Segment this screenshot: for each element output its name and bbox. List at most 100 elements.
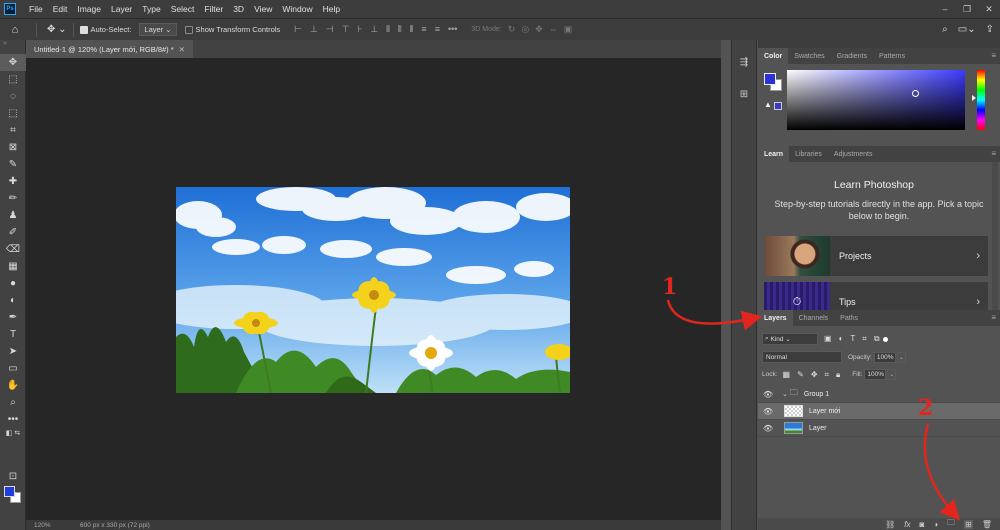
menu-image[interactable]: Image — [72, 4, 106, 14]
blend-mode-select[interactable]: Normal — [762, 351, 842, 363]
zoom-tool-icon[interactable]: ⌕ — [0, 394, 26, 411]
menu-select[interactable]: Select — [166, 4, 200, 14]
quick-mask-icon[interactable]: ⊡ — [0, 468, 26, 485]
fx-icon[interactable]: fx — [904, 520, 910, 529]
scale-3d-icon[interactable]: ▣ — [564, 24, 573, 35]
lock-transparent-icon[interactable]: ▦ — [783, 370, 791, 380]
align-bottom-icon[interactable]: ⊥ — [370, 24, 378, 35]
hue-slider[interactable] — [977, 70, 985, 130]
marquee-tool-icon[interactable]: ⬚ — [0, 71, 26, 88]
restore-button[interactable]: ❐ — [956, 0, 978, 18]
filter-type-icon[interactable]: T — [850, 334, 855, 344]
search-icon[interactable]: ⌕ — [942, 24, 948, 35]
minimize-button[interactable]: – — [934, 0, 956, 18]
filter-adjustment-icon[interactable]: ◐ — [839, 334, 844, 344]
object-selection-tool-icon[interactable]: ⬚ — [0, 105, 26, 122]
tab-channels[interactable]: Channels — [793, 310, 835, 326]
crop-tool-icon[interactable]: ⌗ — [0, 122, 26, 139]
gradient-tool-icon[interactable]: ▦ — [0, 258, 26, 275]
lock-paint-icon[interactable]: ✎ — [797, 370, 804, 380]
eye-icon[interactable]: 👁︎ — [758, 407, 778, 416]
menu-filter[interactable]: Filter — [199, 4, 228, 14]
pan-3d-icon[interactable]: ✥ — [535, 24, 543, 35]
default-colors-icon[interactable]: ◧ ⇆ — [0, 428, 26, 438]
opacity-dropdown-icon[interactable]: ⌄ — [896, 351, 906, 363]
dodge-tool-icon[interactable]: ◐ — [0, 292, 26, 309]
menu-edit[interactable]: Edit — [48, 4, 73, 14]
distribute-top-icon[interactable]: ≡ — [421, 24, 426, 35]
adjustment-layer-icon[interactable]: ◑ — [933, 520, 938, 529]
brush-tool-icon[interactable]: ✏ — [0, 190, 26, 207]
fill-input[interactable]: 100% — [864, 369, 887, 380]
distribute-center-icon[interactable]: ⫴ — [398, 24, 402, 35]
align-left-icon[interactable]: ⊢ — [294, 24, 302, 35]
hue-slider-marker[interactable] — [972, 95, 976, 101]
lock-position-icon[interactable]: ✥ — [811, 370, 818, 380]
panel-menu-icon[interactable]: ≡ — [991, 51, 996, 60]
filter-smart-object-icon[interactable]: ⧉ — [874, 334, 880, 344]
tab-layers[interactable]: Layers — [758, 310, 793, 326]
menu-type[interactable]: Type — [137, 4, 165, 14]
color-picker-handle[interactable] — [912, 90, 919, 97]
lasso-tool-icon[interactable]: ◌ — [0, 88, 26, 105]
home-icon[interactable]: ⌂ — [0, 24, 30, 36]
gamut-correction-swatch[interactable] — [774, 102, 782, 110]
trash-icon[interactable]: 🗑 — [982, 520, 992, 529]
filter-toggle-icon[interactable] — [882, 336, 888, 342]
filter-pixel-icon[interactable]: ▣ — [824, 334, 832, 344]
menu-view[interactable]: View — [249, 4, 277, 14]
edit-toolbar-icon[interactable]: ••• — [0, 411, 26, 428]
link-layers-icon[interactable]: ⛓ — [885, 520, 895, 529]
distribute-left-icon[interactable]: ⫴ — [386, 24, 390, 35]
workspace-icon[interactable]: ▭⌄ — [958, 24, 976, 35]
eraser-tool-icon[interactable]: ⌫ — [0, 241, 26, 258]
lock-all-icon[interactable]: 🔒︎ — [836, 370, 840, 380]
move-tool-preset-icon[interactable]: ✥ ⌄ — [47, 24, 67, 35]
clone-stamp-tool-icon[interactable]: ♟ — [0, 207, 26, 224]
foreground-color-swatch[interactable] — [4, 486, 15, 497]
layer-row-layer-moi[interactable]: 👁︎ Layer mới — [758, 403, 1000, 420]
chevron-down-icon[interactable]: ⌄ — [782, 390, 788, 398]
tab-paths[interactable]: Paths — [834, 310, 864, 326]
menu-window[interactable]: Window — [277, 4, 317, 14]
menu-help[interactable]: Help — [318, 4, 345, 14]
auto-select-dropdown[interactable]: Layer ⌄ — [139, 23, 177, 36]
rectangle-tool-icon[interactable]: ▭ — [0, 360, 26, 377]
menu-layer[interactable]: Layer — [106, 4, 137, 14]
move-tool-icon[interactable]: ✥ — [0, 54, 26, 71]
filter-shape-icon[interactable]: ⌗ — [862, 334, 867, 344]
new-layer-icon[interactable]: ⊞ — [964, 519, 973, 529]
share-icon[interactable]: ⇪ — [986, 24, 994, 35]
add-mask-icon[interactable]: ◙ — [919, 520, 924, 529]
tab-learn[interactable]: Learn — [758, 146, 790, 162]
slide-3d-icon[interactable]: ⇔ — [549, 24, 558, 35]
tab-swatches[interactable]: Swatches — [788, 48, 830, 64]
menu-3d[interactable]: 3D — [228, 4, 249, 14]
orbit-3d-icon[interactable]: ↻ — [508, 24, 516, 35]
more-options-button[interactable]: ••• — [448, 24, 457, 35]
learn-card-projects[interactable]: Projects › — [764, 236, 988, 276]
document-image[interactable] — [176, 187, 570, 393]
properties-panel-icon[interactable]: ⊞ — [732, 84, 756, 104]
tab-color[interactable]: Color — [758, 48, 789, 64]
auto-select-checkbox[interactable] — [79, 25, 88, 34]
align-right-icon[interactable]: ⊣ — [326, 24, 334, 35]
type-tool-icon[interactable]: T — [0, 326, 26, 343]
tab-adjustments[interactable]: Adjustments — [828, 146, 879, 162]
healing-brush-tool-icon[interactable]: ✚ — [0, 173, 26, 190]
tab-patterns[interactable]: Patterns — [873, 48, 911, 64]
hand-tool-icon[interactable]: ✋ — [0, 377, 26, 394]
new-group-icon[interactable]: 🗀 — [947, 517, 955, 530]
close-tab-icon[interactable]: ✕ — [179, 45, 185, 54]
history-panel-icon[interactable]: ⇶ — [732, 52, 756, 72]
roll-3d-icon[interactable]: ◎ — [521, 24, 529, 35]
align-vcenter-icon[interactable]: ⊦ — [358, 24, 363, 35]
history-brush-tool-icon[interactable]: ✐ — [0, 224, 26, 241]
color-panel-foreground-swatch[interactable] — [764, 73, 776, 85]
path-selection-tool-icon[interactable]: ➤ — [0, 343, 26, 360]
tab-gradients[interactable]: Gradients — [831, 48, 873, 64]
distribute-right-icon[interactable]: ⫴ — [410, 24, 414, 35]
opacity-input[interactable]: 100% — [873, 351, 896, 363]
tab-libraries[interactable]: Libraries — [789, 146, 828, 162]
layer-row-layer[interactable]: 👁︎ Layer — [758, 420, 1000, 437]
